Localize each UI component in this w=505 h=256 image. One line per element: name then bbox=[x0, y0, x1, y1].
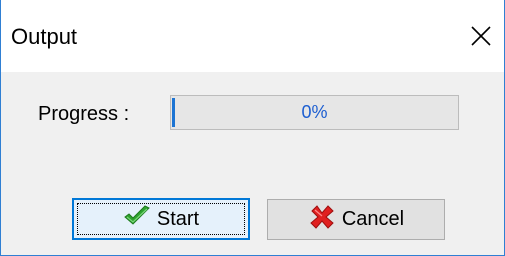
cancel-button[interactable]: Cancel bbox=[267, 199, 445, 240]
output-dialog: Output Progress : 0% Start Cancel bbox=[0, 0, 505, 256]
close-button[interactable] bbox=[458, 14, 504, 60]
start-button-label: Start bbox=[156, 207, 200, 230]
close-icon bbox=[471, 26, 491, 46]
dialog-body: Progress : 0% Start Cancel bbox=[1, 72, 504, 255]
cancel-button-label: Cancel bbox=[341, 208, 405, 230]
window-title: Output bbox=[11, 24, 78, 49]
start-button[interactable]: Start bbox=[72, 198, 250, 240]
title-bar: Output bbox=[1, 0, 504, 72]
progress-label: Progress : bbox=[38, 103, 130, 125]
progress-bar: 0% bbox=[170, 95, 459, 130]
red-x-icon bbox=[308, 204, 336, 235]
progress-text: 0% bbox=[301, 102, 328, 122]
checkmark-icon bbox=[123, 205, 151, 233]
